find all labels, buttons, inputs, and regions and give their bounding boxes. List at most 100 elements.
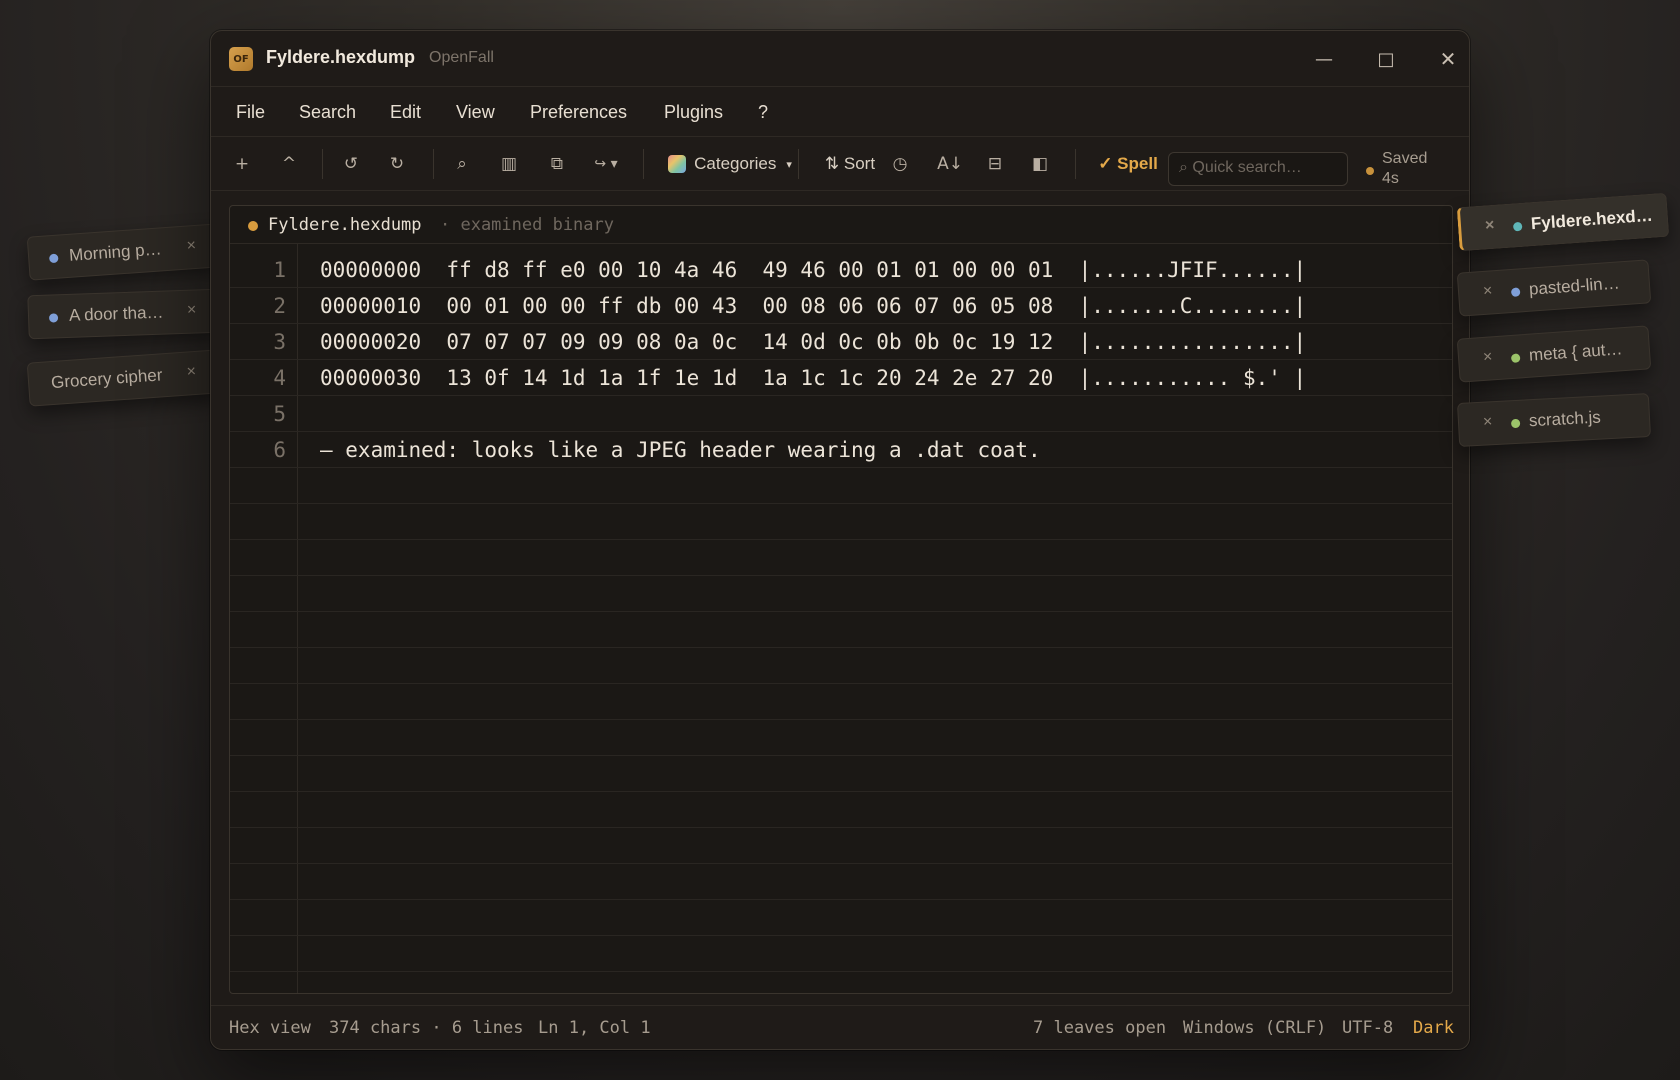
leaf-color-dot [48,253,59,264]
empty-line [230,612,1452,648]
empty-line [230,468,1452,504]
toolbar-divider [322,149,323,179]
leaf-fyldere[interactable]: × Fyldere.hexd… [1456,192,1670,252]
leaf-door[interactable]: A door tha… × [27,288,221,340]
minimize-button[interactable]: — [1306,43,1342,75]
empty-line [230,756,1452,792]
editor-line[interactable]: 6 — examined: looks like a JPEG header w… [230,432,1452,468]
saved-status: Saved 4s [1382,150,1428,187]
categories-dropdown[interactable]: Categories ▾ [664,151,796,177]
menu-view[interactable]: View [456,102,495,123]
find-icon[interactable]: ⌕ [449,151,475,177]
line-number: 3 [273,330,286,354]
empty-line [230,648,1452,684]
line-number: 1 [273,258,286,282]
status-encoding[interactable]: UTF-8 [1342,1018,1393,1038]
panel-toggle-icon[interactable]: ◧ [1027,151,1053,177]
line-text: — examined: looks like a JPEG header wea… [320,438,1041,462]
leaf-close-icon[interactable]: × [1484,217,1495,236]
close-button[interactable]: ✕ [1430,43,1466,75]
line-number: 2 [273,294,286,318]
editor-pane: Fyldere.hexdump · examined binary 1 0000… [229,205,1453,994]
line-text: 00000000 ff d8 ff e0 00 10 4a 46 49 46 0… [320,258,1307,282]
leaf-label: Grocery cipher [50,365,164,393]
empty-line [230,576,1452,612]
menu-file[interactable]: File [236,102,265,123]
up-icon[interactable]: ^ [276,151,302,177]
status-bar: Hex view 374 chars · 6 lines Ln 1, Col 1… [211,1005,1469,1049]
editor-line[interactable]: 2 00000010 00 01 00 00 ff db 00 43 00 08… [230,288,1452,324]
editor-line[interactable]: 5 [230,396,1452,432]
redo-icon[interactable]: ↻ [384,151,410,177]
wrap-dropdown-icon[interactable]: ↪ ▾ [589,151,623,177]
status-theme[interactable]: Dark [1413,1018,1454,1038]
leaf-close-icon[interactable]: × [187,301,197,319]
leaf-color-dot [1510,418,1521,429]
leaf-close-icon[interactable]: × [1483,413,1493,431]
editor-line[interactable]: 3 00000020 07 07 07 09 09 08 0a 0c 14 0d… [230,324,1452,360]
line-text: 00000020 07 07 07 09 09 08 0a 0c 14 0d 0… [320,330,1307,354]
status-leaves-open[interactable]: 7 leaves open [1033,1018,1166,1038]
status-line-endings[interactable]: Windows (CRLF) [1183,1018,1326,1038]
menu-plugins[interactable]: Plugins [664,102,723,123]
leaf-color-dot [1512,221,1523,232]
maximize-button[interactable]: □ [1368,43,1404,75]
leaf-color-dot [1510,287,1521,297]
leaf-color-dot [1510,353,1521,363]
leaf-label: Morning p… [68,239,163,265]
chevron-down-icon: ▾ [786,158,792,171]
editor-header: Fyldere.hexdump · examined binary [230,206,1452,244]
menu-edit[interactable]: Edit [390,102,421,123]
leaf-close-icon[interactable]: × [1482,348,1493,367]
split-view-icon[interactable]: ⊟ [982,151,1008,177]
status-mode[interactable]: Hex view [229,1018,311,1038]
leaf-morning[interactable]: Morning p… × [26,223,222,281]
leaf-close-icon[interactable]: × [186,363,197,382]
line-number: 6 [273,438,286,462]
empty-line [230,936,1452,972]
menu-help[interactable]: ? [758,102,768,123]
empty-line [230,900,1452,936]
columns-icon[interactable]: ▥ [496,151,522,177]
app-logo-icon: OF [229,47,253,71]
editor-filename: Fyldere.hexdump [268,215,422,235]
copy-icon[interactable]: ⧉ [544,151,570,177]
categories-color-icon [668,155,687,173]
toolbar-divider [1075,149,1076,179]
empty-line [230,792,1452,828]
empty-line [230,540,1452,576]
history-icon[interactable]: ◷ [887,151,913,177]
editor-line[interactable]: 4 00000030 13 0f 14 1d 1a 1f 1e 1d 1a 1c… [230,360,1452,396]
sort-button[interactable]: ⇅ Sort [820,151,880,177]
leaf-close-icon[interactable]: × [1482,282,1493,301]
app-window: OF Fyldere.hexdump OpenFall — □ ✕ File S… [210,30,1470,1050]
menu-preferences[interactable]: Preferences [530,102,627,123]
quick-search-input[interactable]: ⌕ Quick search… [1168,152,1348,186]
menu-search[interactable]: Search [299,102,356,123]
leaf-grocery[interactable]: Grocery cipher × [26,349,222,407]
status-counts: 374 chars · 6 lines [329,1018,524,1038]
spellcheck-toggle[interactable]: ✓ Spell [1096,151,1160,177]
undo-icon[interactable]: ↺ [338,151,364,177]
leaf-label: meta { aut… [1528,339,1624,365]
status-cursor-position[interactable]: Ln 1, Col 1 [538,1018,651,1038]
empty-line [230,720,1452,756]
toolbar-divider [798,149,799,179]
line-text: 00000010 00 01 00 00 ff db 00 43 00 08 0… [320,294,1307,318]
toolbar-divider [433,149,434,179]
empty-line [230,504,1452,540]
editor-line[interactable]: 1 00000000 ff d8 ff e0 00 10 4a 46 49 46… [230,252,1452,288]
window-title: Fyldere.hexdump [266,47,416,67]
categories-label: Categories [694,154,777,173]
line-text: 00000030 13 0f 14 1d 1a 1f 1e 1d 1a 1c 1… [320,366,1307,390]
editor-subtitle: · examined binary [440,215,614,235]
new-icon[interactable]: + [229,151,255,177]
leaf-close-icon[interactable]: × [186,237,197,256]
sort-az-icon[interactable]: A↓ [935,151,965,177]
leaf-scratch[interactable]: × scratch.js [1456,393,1652,447]
leaf-meta[interactable]: × meta { aut… [1456,325,1652,383]
saved-status-dot [1366,167,1374,175]
leaf-pasted[interactable]: × pasted-lin… [1456,259,1652,317]
toolbar: + ^ ↺ ↻ ⌕ ▥ ⧉ ↪ ▾ Categories ▾ ⇅ Sort ◷ … [211,137,1469,191]
empty-line [230,684,1452,720]
